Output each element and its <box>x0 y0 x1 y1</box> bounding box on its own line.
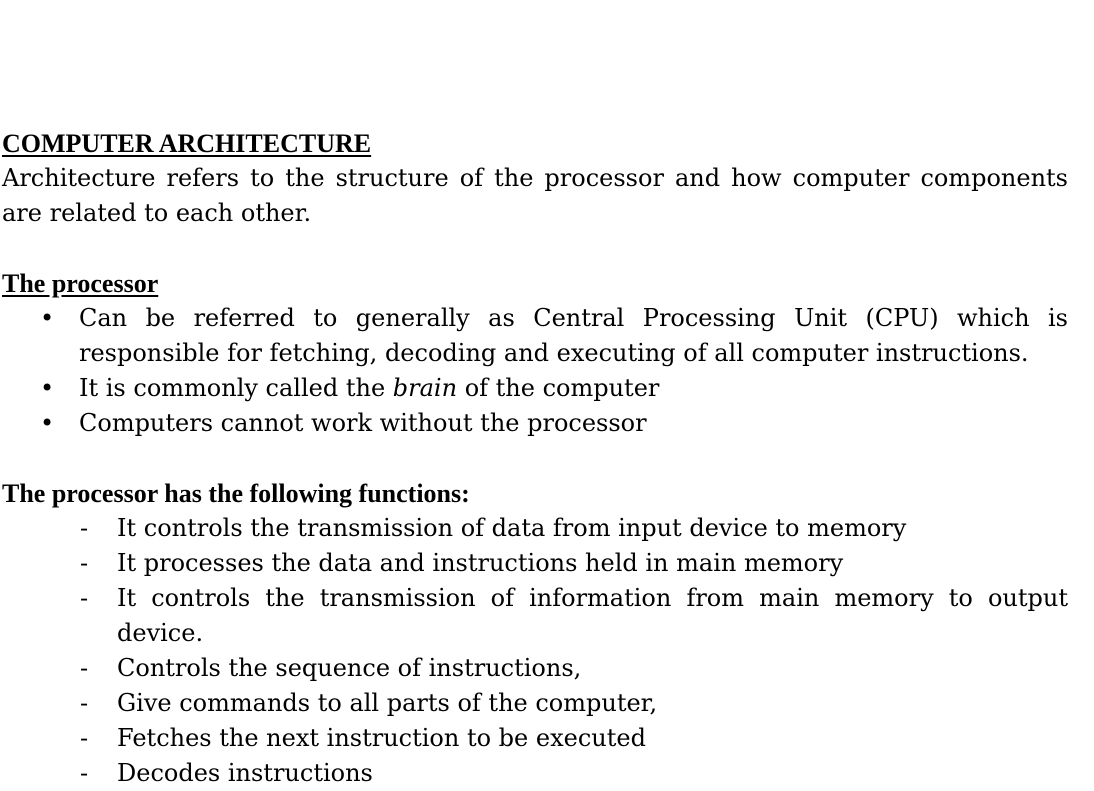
functions-heading: The processor has the following function… <box>2 479 470 508</box>
dash-text: Give commands to all parts of the comput… <box>117 689 658 717</box>
functions-dash-list: - It controls the transmission of data f… <box>2 511 1068 791</box>
dash-text: Fetches the next instruction to be execu… <box>117 724 646 752</box>
bullet-marker: • <box>40 409 55 437</box>
dash-item: - It controls the transmission of data f… <box>2 511 1068 546</box>
dash-item: - It controls the transmission of inform… <box>2 581 1068 651</box>
dash-item: - Give commands to all parts of the comp… <box>2 686 1068 721</box>
bullet-marker: • <box>40 304 55 332</box>
intro-paragraph: Architecture refers to the structure of … <box>2 164 1068 227</box>
dash-text: Decodes instructions <box>117 759 373 787</box>
dash-marker: - <box>80 584 89 612</box>
dash-marker: - <box>80 724 89 752</box>
bullet-text-before: It is commonly called the <box>79 374 393 402</box>
document-page: COMPUTER ARCHITECTURE Architecture refer… <box>2 126 1068 791</box>
bullet-text: Computers cannot work without the proces… <box>79 409 647 437</box>
dash-marker: - <box>80 654 89 682</box>
processor-bullet-list: • Can be referred to generally as Centra… <box>2 301 1068 441</box>
dash-marker: - <box>80 759 89 787</box>
processor-heading: The processor <box>2 269 159 298</box>
dash-text: It controls the transmission of informat… <box>117 584 1068 647</box>
dash-marker: - <box>80 549 89 577</box>
bullet-marker: • <box>40 374 55 402</box>
bullet-text-emphasis: brain <box>392 374 458 402</box>
bullet-item: • Can be referred to generally as Centra… <box>2 301 1068 371</box>
dash-marker: - <box>80 514 89 542</box>
bullet-item: • Computers cannot work without the proc… <box>2 406 1068 441</box>
dash-item: - Controls the sequence of instructions, <box>2 651 1068 686</box>
dash-text: It processes the data and instructions h… <box>117 549 844 577</box>
dash-marker: - <box>80 689 89 717</box>
bullet-text-after: of the computer <box>457 374 660 402</box>
bullet-text: Can be referred to generally as Central … <box>79 304 1068 367</box>
dash-item: - Decodes instructions <box>2 756 1068 791</box>
dash-text: It controls the transmission of data fro… <box>117 514 907 542</box>
dash-text: Controls the sequence of instructions, <box>117 654 582 682</box>
dash-item: - It processes the data and instructions… <box>2 546 1068 581</box>
bullet-item: • It is commonly called the brain of the… <box>2 371 1068 406</box>
dash-item: - Fetches the next instruction to be exe… <box>2 721 1068 756</box>
page-title: COMPUTER ARCHITECTURE <box>2 129 372 158</box>
